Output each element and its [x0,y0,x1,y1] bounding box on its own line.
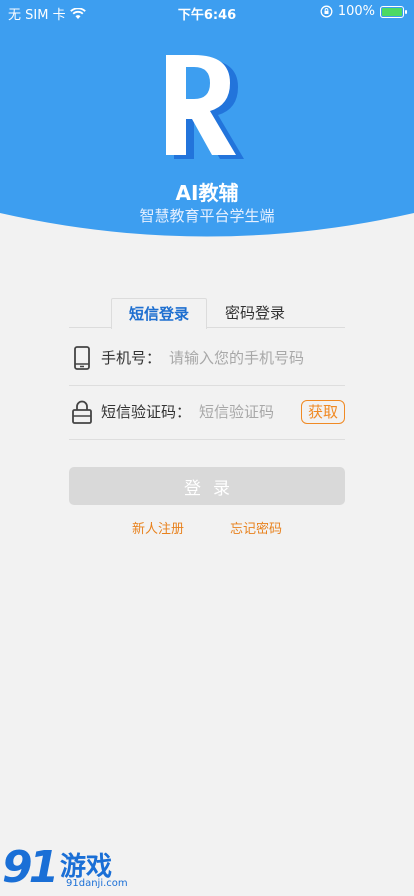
app-title: AI教辅 [175,181,239,205]
register-link[interactable]: 新人注册 [132,518,184,537]
get-code-button[interactable]: 获取 [300,399,345,424]
watermark-logo: 91 游戏 91danji.com [0,838,140,896]
battery-percent: 100% [337,4,375,19]
sms-code-row: 短信验证码： 获取 [69,384,345,440]
lock-icon [72,400,92,424]
sms-code-label: 短信验证码： [101,403,192,421]
tab-sms-login[interactable]: 短信登录 [111,298,207,329]
app-logo [166,55,244,159]
orientation-lock-icon [320,5,333,18]
phone-icon [74,345,90,370]
login-tabs: 短信登录 密码登录 [69,298,345,329]
sms-code-input[interactable] [199,402,301,421]
tab-password-login[interactable]: 密码登录 [209,298,301,328]
watermark-number: 91 [2,842,59,893]
status-right: 100% [320,4,407,19]
watermark-url: 91danji.com [66,878,128,889]
phone-input[interactable] [169,348,345,367]
status-bar: 无 SIM 卡 下午6:46 100% [0,0,414,24]
phone-label: 手机号： [101,349,162,367]
login-button[interactable]: 登录 [69,467,345,505]
battery-icon [380,5,407,18]
phone-row: 手机号： [69,330,345,386]
app-subtitle: 智慧教育平台学生端 [139,207,275,225]
forgot-password-link[interactable]: 忘记密码 [230,518,282,537]
